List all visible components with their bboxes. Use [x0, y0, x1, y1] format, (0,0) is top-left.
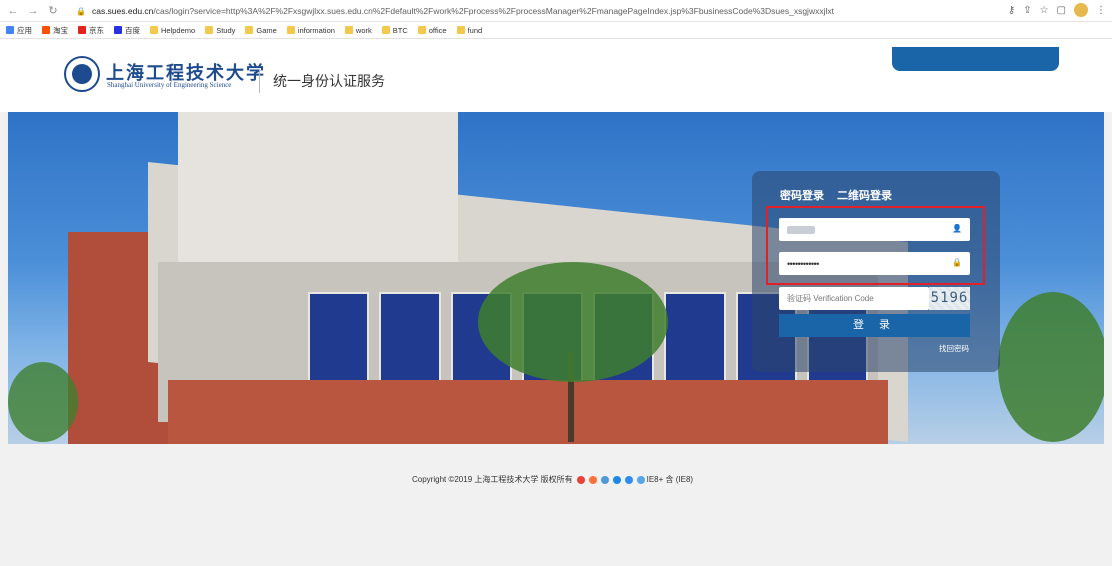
university-logo-icon: [64, 56, 100, 92]
tree-foliage: [998, 292, 1104, 442]
tab-password-login[interactable]: 密码登录: [780, 187, 824, 203]
bookmarks-bar: 应用 淘宝 京东 百度 Helpdemo Study Game informat…: [0, 22, 1112, 39]
share-icon[interactable]: ⇪: [1023, 5, 1031, 16]
bookmark-information[interactable]: information: [286, 26, 335, 35]
browser-support-note: IE8+ 含 (IE8): [646, 475, 694, 484]
user-icon: 👤: [952, 224, 962, 233]
service-title: 统一身份认证服务: [273, 73, 385, 89]
copyright-text: Copyright ©2019 上海工程技术大学 版权所有: [412, 475, 573, 484]
password-field[interactable]: •••••••••••• 🔒: [779, 252, 970, 275]
tree-foliage: [478, 262, 668, 382]
url-path: /cas/login?service=http%3A%2F%2Fxsgwjlxx…: [153, 6, 834, 16]
jd-icon: [78, 26, 86, 34]
taobao-icon: [42, 26, 50, 34]
apps-icon: [6, 26, 14, 34]
copyright-line: Copyright ©2019 上海工程技术大学 版权所有 IE8+ 含 (IE…: [412, 474, 693, 485]
tree-foliage: [8, 362, 78, 442]
lock-icon: 🔒: [952, 258, 962, 267]
tab-qrcode-login[interactable]: 二维码登录: [837, 187, 892, 203]
folder-icon: [381, 26, 390, 34]
bookmark-btc[interactable]: BTC: [381, 26, 408, 35]
folder-icon: [344, 26, 353, 34]
bookmark-office[interactable]: office: [417, 26, 447, 35]
chrome-icon: [576, 475, 585, 484]
sidepanel-icon[interactable]: ▢: [1057, 5, 1066, 16]
menu-icon[interactable]: ⋮: [1096, 5, 1106, 16]
page-header: 上海工程技术大学 Shanghai University of Engineer…: [0, 39, 1112, 112]
lock-icon: 🔒: [76, 6, 86, 16]
bookmark-fund[interactable]: fund: [456, 26, 482, 35]
captcha-placeholder: 验证码 Verification Code: [787, 294, 874, 303]
star-icon[interactable]: ☆: [1040, 5, 1049, 16]
bookmark-taobao[interactable]: 淘宝: [42, 25, 68, 36]
bookmark-game[interactable]: Game: [245, 26, 277, 35]
page-footer: Copyright ©2019 上海工程技术大学 版权所有 IE8+ 含 (IE…: [0, 444, 1112, 566]
reload-icon[interactable]: ↻: [46, 4, 60, 18]
captcha-image[interactable]: 5196: [929, 287, 970, 310]
folder-icon: [417, 26, 426, 34]
username-field[interactable]: 👤: [779, 218, 970, 241]
folder-icon: [286, 26, 295, 34]
bookmark-work[interactable]: work: [344, 26, 372, 35]
bookmark-helpdemo[interactable]: Helpdemo: [150, 26, 195, 35]
password-value: ••••••••••••: [787, 258, 819, 269]
header-divider: [259, 69, 260, 93]
address-bar[interactable]: 🔒 cas.sues.edu.cn /cas/login?service=htt…: [76, 3, 834, 19]
folder-icon: [456, 26, 465, 34]
back-icon[interactable]: ←: [6, 4, 20, 18]
brick-base: [168, 380, 888, 444]
ie-icon: [600, 475, 609, 484]
key-icon[interactable]: ⚷: [1008, 5, 1015, 16]
folder-icon: [150, 26, 158, 34]
bookmark-jd[interactable]: 京东: [78, 25, 104, 36]
browser-toolbar: ← → ↻ 🔒 cas.sues.edu.cn /cas/login?servi…: [0, 0, 1112, 22]
folder-icon: [205, 26, 214, 34]
redacted-username: [787, 225, 815, 234]
safari-icon: [624, 475, 633, 484]
profile-avatar[interactable]: [1074, 3, 1088, 17]
captcha-input[interactable]: 验证码 Verification Code: [779, 287, 929, 310]
ie-old-icon: [636, 475, 645, 484]
bookmark-apps[interactable]: 应用: [6, 25, 32, 36]
bookmark-study[interactable]: Study: [205, 26, 235, 35]
folder-icon: [245, 26, 254, 34]
url-host: cas.sues.edu.cn: [91, 6, 154, 16]
top-banner-tab: [892, 47, 1059, 71]
edge-icon: [612, 475, 621, 484]
baidu-icon: [114, 26, 122, 34]
school-name-en: Shanghai University of Engineering Scien…: [107, 81, 232, 89]
login-panel: 密码登录 二维码登录 👤 •••••••••••• 🔒 验证码 Verifica…: [752, 171, 1000, 372]
forgot-password-link[interactable]: 找回密码: [939, 343, 969, 354]
bookmark-baidu[interactable]: 百度: [114, 25, 140, 36]
forward-icon[interactable]: →: [26, 4, 40, 18]
login-button[interactable]: 登 录: [779, 314, 970, 337]
firefox-icon: [588, 475, 597, 484]
